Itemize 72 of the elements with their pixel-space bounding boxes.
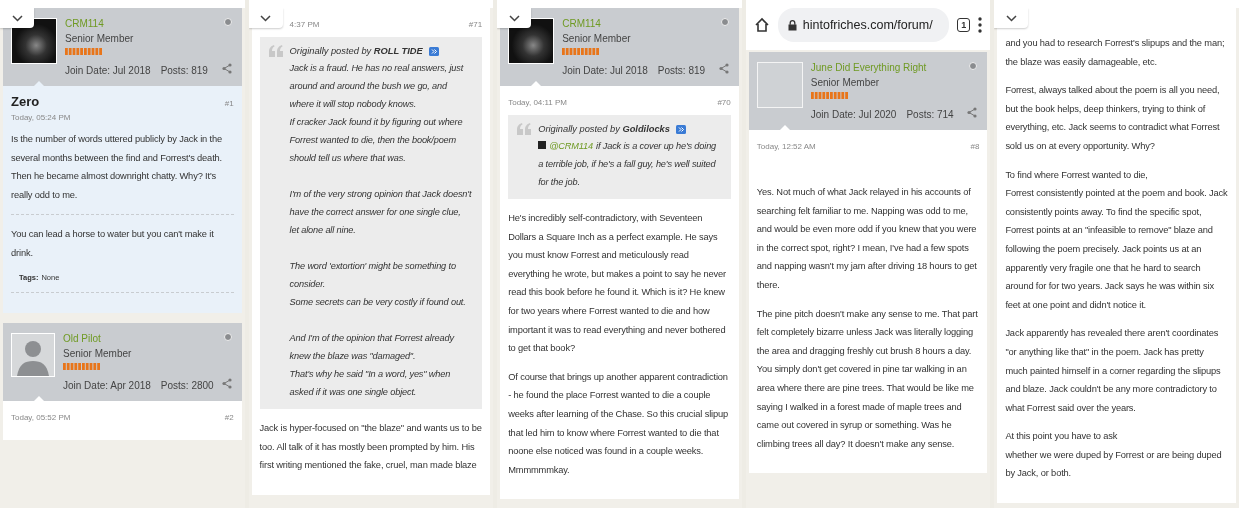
signature-text: You can lead a horse to water but you can't make it drink. — [11, 228, 215, 260]
post-count: Posts: 714 — [906, 109, 954, 120]
online-status-icon — [223, 332, 232, 341]
chevron-down-icon — [260, 14, 272, 22]
post-count: Posts: 2800 — [160, 379, 214, 391]
join-date: Join Date: Jul 2018 — [562, 65, 648, 76]
post-text: Yes. Not much of what Jack relayed in his accounts of searching felt familiar to me. Napping was odd to me, and would be even more odd if you knew that you were in the correct spot, right? I mean, I've had a few spots and napping wasn't my jam after driving 18 hours to get there. — [756, 186, 978, 292]
post-title: Zero — [11, 94, 40, 109]
post-text: Jack apparently has revealed there aren't coordinates "or anything like that" in the poem. Jack has pretty much painted himself in a corner regarding the slipups and blaze. Jack couldn't be any more contradictory to what Forrest said over the years. — [1005, 327, 1222, 415]
view-post-icon[interactable] — [675, 124, 686, 134]
share-icon[interactable] — [221, 63, 232, 74]
post-date: Today, 12:52 AM — [756, 142, 816, 151]
chevron-down-icon — [1005, 14, 1017, 22]
online-status-icon — [969, 62, 978, 70]
view-post-icon[interactable] — [428, 46, 439, 56]
username-link[interactable]: CRM114 — [562, 18, 601, 29]
mention-link[interactable]: @CRM114 — [549, 141, 594, 151]
member-title: Senior Member — [63, 347, 132, 359]
share-icon[interactable] — [967, 107, 978, 118]
post-date: Today, 05:52 PM — [11, 412, 71, 422]
quote-attribution: Originally posted by Goldilocks — [538, 124, 670, 134]
post-text: He's incredibly self-contradictory, with Seventeen Dollars a Square Inch as a perfect example. He says you must know Forrest and meticulously read everything he wrote, but makes a point to say he never read this book before he found it. Which is it? He knew for two years where Forrest wanted to die and how important it was to read everything and never bothered to get that book? — [508, 212, 727, 356]
online-status-icon — [223, 18, 232, 26]
post-text: Jack is hyper-focused on "the blaze" and wants us to be too. All talk of it has mostly been prompted by him. His first writing mentioned the fake, cruel, man made blaze — [259, 422, 483, 473]
collapse-button[interactable] — [497, 8, 532, 28]
post-text: Of course that brings up another apparent contradiction - he found the place Forrest wanted to die a couple weeks after learning of the Chase. So this crucial slipup that led him to know where Forrest wanted to die that noone else noticed was found in a couple weeks. Mmmmmmkay. — [508, 370, 730, 477]
member-title: Senior Member — [65, 33, 134, 44]
address-bar[interactable]: hintofriches.com/forum/ — [777, 8, 950, 42]
quote-text: Jack is a fraud. He has no real answers, just around and around the bush we go, and where it will stop nobody knows. If cracker Jack found it by figuring out where Forrest wanted to die, then the book/poem should tell us where that was. I'm of the very strong opinion that Jack doesn't have the correct answer for one single clue, let alone all nine. The word 'extortion' might be something to consider. Some secrets can be very costly if found out. And I'm of the opinion that Forrest already knew the blaze was "damaged". That's why he said "In a word, yes" when asked if it was one single object. — [289, 62, 473, 399]
lock-icon — [787, 19, 797, 31]
post-number[interactable]: #2 — [224, 412, 234, 422]
quote-icon — [516, 123, 533, 135]
username-link[interactable]: June Did Everything Right — [810, 62, 927, 73]
menu-icon[interactable] — [978, 17, 983, 33]
post-date: Today, 04:11 PM — [508, 98, 568, 107]
member-title: Senior Member — [810, 77, 880, 88]
online-status-icon — [720, 18, 729, 26]
post-text: At this point you have to ask whether we were duped by Forrest or are being duped by Jack, or both. — [1005, 430, 1223, 481]
post-count: Posts: 819 — [657, 65, 706, 76]
post-text: Forrest, always talked about the poem is all you need, but the book helps, deep thinkers, trying to think of everything, etc. Jack seems to contradict what Forrest sold us on at every opportunity. Why? — [1005, 84, 1221, 153]
quote-text: @CRM114 if Jack is a cover up he's doing a terrible job, if he's a fall guy, he's well suited for the job. — [538, 140, 718, 189]
quote-icon — [267, 45, 284, 57]
post-date: Today, 05:24 PM — [11, 113, 71, 122]
chevron-down-icon — [11, 14, 23, 22]
post-number[interactable]: #71 — [468, 20, 483, 29]
post-number[interactable]: #70 — [717, 98, 731, 107]
post-number[interactable]: #1 — [224, 99, 234, 108]
tab-count-button[interactable]: 1 — [957, 18, 971, 32]
post-number[interactable]: #8 — [970, 142, 980, 151]
post-text: Is the number of words uttered publicly by Jack in the several months between the find and Forrest's death. Then he became almost downright chatty. Why? It's really odd to me. — [11, 133, 224, 202]
username-link[interactable]: Old Pilot — [63, 332, 101, 344]
mini-avatar-photo — [538, 141, 547, 149]
reputation-bar — [63, 362, 101, 370]
post-text: The pine pitch doesn't make any sense to me. That part felt completely bizarre unless Jack was literally logging the area and dragging freshly cut brush 8 hours a day. You simply don't get covered in pine tar walking in an area where there are pine trees. That would be like me saying I walked in a forest made of maple trees and came out covered in syrup or something. Was he climbing trees all day? It doesn't make any sense. — [756, 307, 979, 451]
chevron-down-icon — [508, 14, 520, 22]
reputation-bar — [562, 48, 601, 55]
share-icon[interactable] — [221, 377, 232, 389]
post-text: and you had to research Forrest's slipups and the man; the blaze was easily damageable, etc. — [1005, 37, 1226, 69]
url-text: hintofriches.com/forum/ — [802, 18, 933, 32]
post-date: 4:37 PM — [289, 20, 320, 29]
join-date: Join Date: Apr 2018 — [63, 379, 151, 391]
join-date: Join Date: Jul 2018 — [65, 65, 151, 76]
username-link[interactable]: CRM114 — [65, 18, 104, 29]
member-title: Senior Member — [562, 33, 631, 44]
share-icon[interactable] — [718, 63, 729, 74]
home-icon[interactable] — [753, 17, 770, 33]
post-count: Posts: 819 — [160, 65, 208, 76]
quote-attribution: Originally posted by ROLL TIDE — [289, 46, 423, 56]
join-date: Join Date: Jul 2020 — [810, 109, 897, 120]
reputation-bar — [810, 92, 849, 99]
post-text: To find where Forrest wanted to die, Forrest consistently pointed at the poem and book. Jack consistently points away. To find the specific spot, Forrest points at an "infeasible to remove" blaze and following the poem precisely. Jack points us at an apparently very fragile one that he hard to search around for for two years. Jack says he was within six feet at one point and didn't notice it. — [1005, 168, 1228, 312]
reputation-bar — [65, 48, 103, 55]
